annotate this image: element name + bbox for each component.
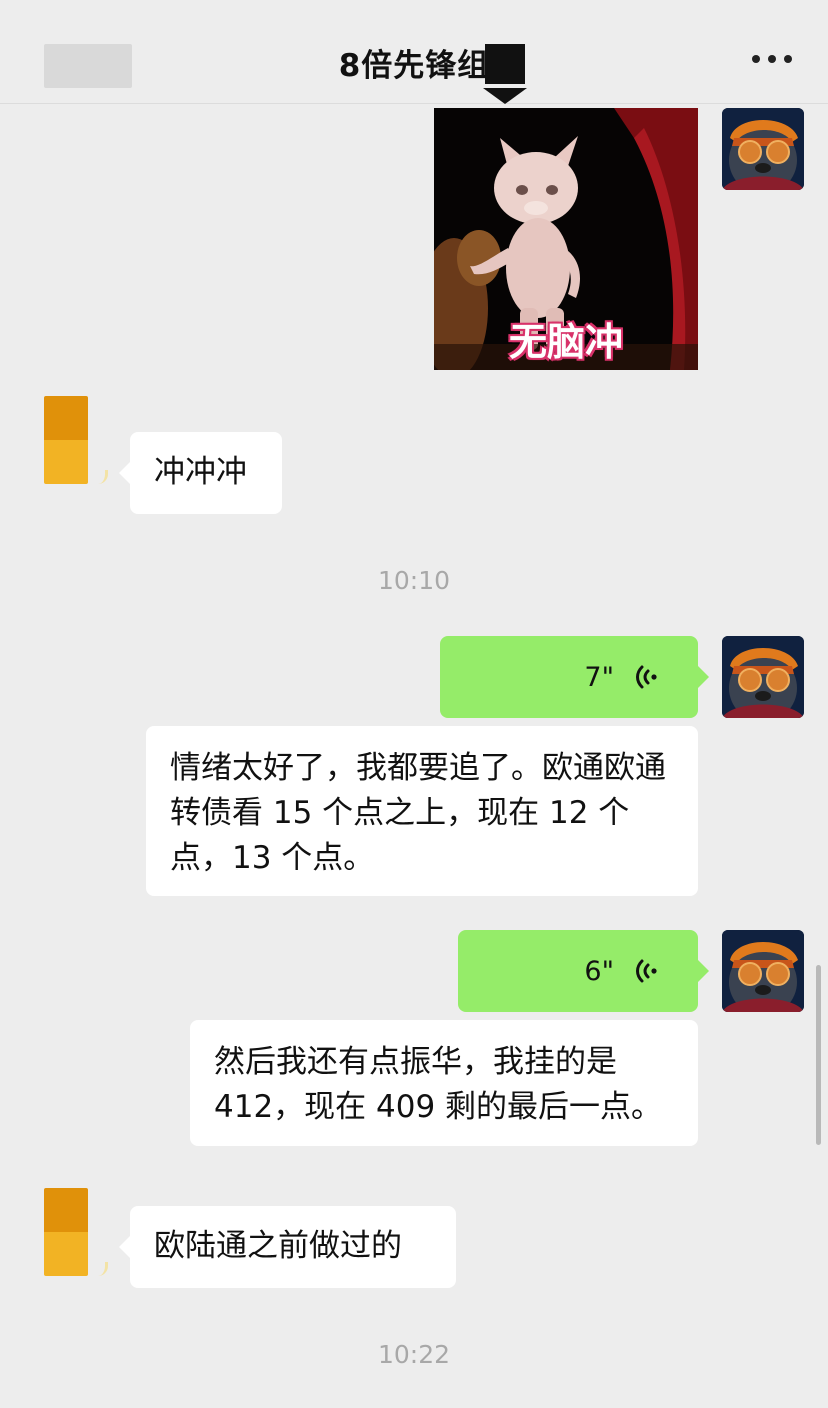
voice-message-bubble[interactable]: 7" (440, 636, 709, 718)
message-bubble[interactable]: 欧陆通之前做过的 (119, 1206, 456, 1288)
dot-icon (784, 55, 792, 63)
voice-transcript[interactable]: 然后我还有点振华，我挂的是 412，现在 409 剩的最后一点。 (190, 1020, 698, 1146)
arrow-down-icon (483, 44, 527, 104)
sticker-message[interactable]: 无脑冲 (434, 108, 698, 370)
self-avatar[interactable] (722, 636, 804, 718)
decor-mark (95, 1262, 108, 1276)
dot-icon (752, 55, 760, 63)
self-avatar[interactable] (722, 108, 804, 190)
transcript-text: 情绪太好了，我都要追了。欧通欧通转债看 15 个点之上，现在 12 个点，13 … (170, 750, 666, 876)
timestamp: 10:22 (377, 1340, 451, 1369)
scrollbar[interactable] (816, 965, 821, 1145)
cat-avatar-icon (722, 108, 804, 190)
voice-message-bubble[interactable]: 6" (458, 930, 709, 1012)
sender-avatar[interactable] (44, 1188, 88, 1276)
voice-duration: 6" (584, 955, 614, 987)
chat-header: 8倍先锋组 (0, 0, 828, 104)
message-bubble[interactable]: 冲冲冲 (119, 432, 282, 514)
voice-transcript[interactable]: 情绪太好了，我都要追了。欧通欧通转债看 15 个点之上，现在 12 个点，13 … (146, 726, 698, 896)
decor-mark (95, 470, 108, 484)
cat-avatar-icon (722, 636, 804, 718)
message-text: 冲冲冲 (154, 454, 247, 490)
voice-duration: 7" (584, 661, 614, 693)
more-options-button[interactable] (752, 52, 792, 66)
self-avatar[interactable] (722, 930, 804, 1012)
sender-avatar[interactable] (44, 396, 88, 484)
message-text: 欧陆通之前做过的 (154, 1228, 402, 1264)
voice-wave-icon (636, 959, 657, 983)
dot-icon (768, 55, 776, 63)
voice-wave-icon (636, 665, 657, 689)
chat-title: 8倍先锋组 (338, 48, 490, 84)
sticker-caption: 无脑冲 (508, 320, 623, 364)
cat-avatar-icon (722, 930, 804, 1012)
transcript-text: 然后我还有点振华，我挂的是 412，现在 409 剩的最后一点。 (214, 1044, 663, 1125)
timestamp: 10:10 (377, 566, 451, 595)
